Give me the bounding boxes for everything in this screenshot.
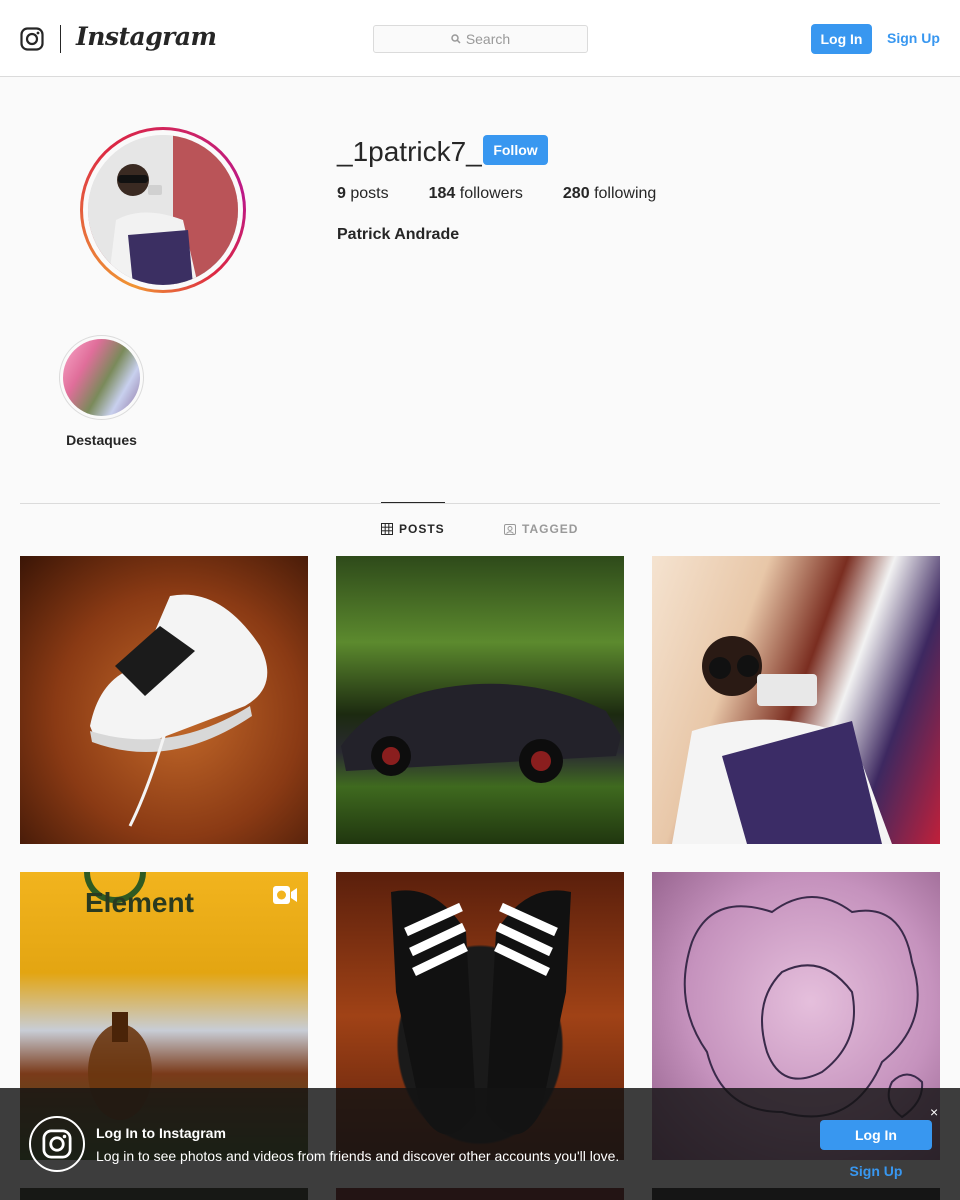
instagram-wordmark[interactable]: Instagram — [76, 22, 217, 51]
profile-photo — [88, 135, 238, 285]
search-icon — [451, 34, 461, 44]
instagram-logo-icon — [29, 1116, 85, 1172]
svg-text:Element: Element — [85, 887, 194, 918]
instagram-camera-icon[interactable] — [20, 27, 44, 51]
posts-stat: 9 posts — [337, 185, 389, 203]
following-count: 280 — [562, 185, 590, 202]
tagged-icon — [504, 524, 516, 535]
login-button[interactable]: Log In — [811, 24, 872, 54]
profile-stats: 9 posts 184 followers 280 following — [337, 185, 656, 203]
grid-icon — [381, 523, 393, 535]
posts-count: 9 — [337, 185, 346, 202]
profile-username: _1patrick7_ — [337, 136, 482, 167]
tab-tagged[interactable]: TAGGED — [504, 522, 578, 536]
profile-full-name: Patrick Andrade — [337, 226, 460, 243]
tab-tagged-label: TAGGED — [522, 522, 579, 536]
signup-link[interactable]: Sign Up — [887, 30, 940, 46]
post-thumbnail[interactable] — [20, 556, 308, 844]
post-thumbnail[interactable] — [336, 556, 624, 844]
follow-button[interactable]: Follow — [483, 135, 548, 165]
active-tab-indicator — [381, 502, 445, 503]
video-icon — [273, 886, 297, 904]
followers-count: 184 — [428, 185, 456, 202]
followers-stat-label: followers — [459, 185, 523, 202]
followers-stat[interactable]: 184 followers — [429, 185, 523, 203]
profile-avatar[interactable] — [80, 127, 246, 293]
banner-description: Log in to see photos and videos from fri… — [96, 1148, 620, 1164]
following-stat-label: following — [594, 185, 657, 202]
logo-divider — [60, 25, 61, 53]
highlight-cover — [63, 339, 140, 416]
login-prompt-banner: Log In to Instagram Log in to see photos… — [0, 1088, 960, 1200]
search-placeholder: Search — [465, 31, 511, 47]
search-input[interactable]: Search — [373, 25, 588, 53]
post-thumbnail[interactable] — [652, 556, 940, 844]
tab-posts-label: POSTS — [399, 522, 445, 536]
following-stat[interactable]: 280 following — [563, 185, 656, 203]
highlight-label: Destaques — [66, 432, 137, 448]
highlight-destaques[interactable] — [59, 335, 144, 420]
banner-login-button[interactable]: Log In — [820, 1120, 932, 1150]
tab-posts[interactable]: POSTS — [381, 522, 445, 536]
banner-signup-link[interactable]: Sign Up — [820, 1163, 932, 1179]
banner-title: Log In to Instagram — [96, 1125, 226, 1141]
close-icon[interactable]: × — [930, 1104, 938, 1120]
top-navigation-bar: Instagram Search Log In Sign Up — [0, 0, 960, 77]
posts-stat-label: posts — [350, 185, 389, 202]
tabs-divider — [20, 503, 940, 504]
